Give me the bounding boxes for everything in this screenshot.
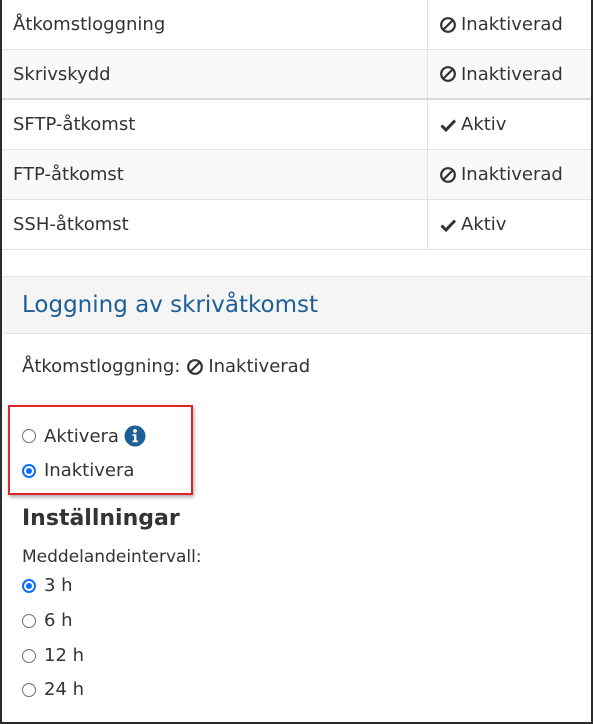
radio-interval-3h[interactable]: 3 h [22, 575, 73, 596]
radio-interval-24h[interactable]: 24 h [22, 679, 84, 700]
row-name: SSH-åtkomst [2, 200, 428, 249]
status-value: Inaktiverad [208, 356, 311, 377]
radio-disable[interactable]: Inaktivera [22, 460, 134, 481]
disabled-icon [440, 66, 456, 82]
highlight-box [8, 405, 193, 495]
radio-interval-24h-input[interactable] [22, 682, 36, 697]
row-name: FTP-åtkomst [2, 150, 428, 199]
radio-interval-12h[interactable]: 12 h [22, 645, 84, 666]
table-row: SFTP-åtkomst Aktiv [2, 100, 591, 150]
row-status-text: Inaktiverad [461, 164, 563, 185]
disabled-icon [187, 358, 204, 375]
table-row: SSH-åtkomst Aktiv [2, 200, 591, 250]
row-name: Skrivskydd [2, 50, 428, 98]
row-name: SFTP-åtkomst [2, 100, 428, 149]
radio-interval-6h-input[interactable] [22, 613, 36, 628]
radio-enable-input[interactable] [22, 429, 36, 443]
row-name: Åtkomstloggning [2, 0, 428, 49]
radio-interval-label: 6 h [44, 610, 73, 631]
check-icon [440, 118, 457, 132]
row-status-text: Aktiv [461, 114, 507, 135]
check-icon [440, 218, 457, 232]
row-status: Inaktiverad [428, 50, 591, 98]
row-status: Aktiv [428, 200, 591, 249]
panel-title: Loggning av skrivåtkomst [22, 292, 319, 318]
radio-interval-6h[interactable]: 6 h [22, 610, 73, 631]
row-status: Aktiv [428, 100, 591, 149]
radio-interval-3h-input[interactable] [22, 578, 36, 593]
status-label: Åtkomstloggning: [22, 356, 181, 377]
radio-interval-label: 12 h [44, 645, 85, 666]
radio-interval-label: 3 h [44, 575, 73, 596]
disabled-icon [440, 166, 456, 183]
row-status-text: Inaktiverad [461, 14, 563, 35]
row-status: Inaktiverad [428, 150, 591, 199]
status-table: Åtkomstloggning Inaktiverad Skrivskydd I… [2, 0, 591, 250]
table-row: Åtkomstloggning Inaktiverad [2, 0, 591, 50]
row-status: Inaktiverad [428, 0, 591, 49]
disabled-icon [440, 16, 456, 33]
radio-interval-12h-input[interactable] [22, 648, 36, 663]
panel-header: Loggning av skrivåtkomst [2, 276, 591, 334]
row-status-text: Inaktiverad [461, 63, 563, 85]
radio-interval-label: 24 h [44, 679, 85, 700]
settings-title: Inställningar [22, 506, 180, 531]
radio-enable[interactable]: Aktivera [22, 425, 146, 447]
radio-enable-label: Aktivera [44, 425, 119, 447]
interval-label: Meddelandeintervall: [22, 547, 202, 567]
access-logging-status: Åtkomstloggning: Inaktiverad [22, 356, 310, 377]
table-row: FTP-åtkomst Inaktiverad [2, 150, 591, 200]
radio-disable-label: Inaktivera [44, 460, 135, 481]
radio-disable-input[interactable] [22, 463, 36, 478]
row-status-text: Aktiv [461, 214, 507, 235]
info-icon[interactable] [124, 425, 146, 447]
table-row: Skrivskydd Inaktiverad [2, 50, 591, 100]
